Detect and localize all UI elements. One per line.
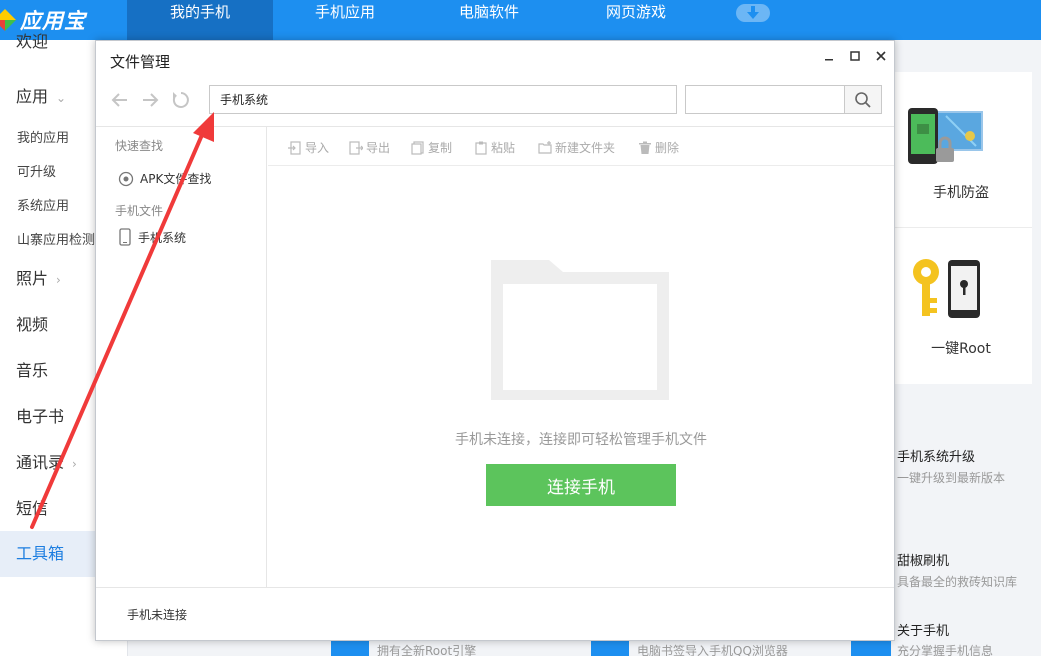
tab-phone-apps[interactable]: 手机应用	[273, 0, 417, 40]
minimize-icon	[825, 59, 833, 61]
paste-button[interactable]: 粘贴	[474, 139, 515, 156]
trash-icon	[639, 141, 651, 154]
tool-system-upgrade-title[interactable]: 手机系统升级	[897, 446, 975, 465]
app-logo-icon	[0, 7, 16, 33]
maximize-button[interactable]	[844, 45, 866, 67]
dialog-sidebar: 快速查找 APK文件查找 手机文件 手机系统	[96, 127, 267, 587]
empty-state-message: 手机未连接，连接即可轻松管理手机文件	[268, 429, 894, 449]
refresh-icon[interactable]	[170, 89, 192, 111]
one-key-root-card[interactable]: 一键Root	[880, 228, 1032, 384]
app-name: 应用宝	[20, 9, 86, 33]
quick-search-heading: 快速查找	[115, 139, 164, 153]
export-icon	[349, 140, 363, 155]
close-button[interactable]	[870, 45, 892, 67]
import-button[interactable]: 导入	[288, 139, 329, 156]
phone-system-label: 手机系统	[138, 230, 187, 245]
apk-file-search-label: APK文件查找	[140, 172, 212, 186]
phone-icon	[119, 228, 131, 246]
sidebar-item-label: 欢迎	[16, 32, 49, 51]
file-action-toolbar: 导入 导出 复制 粘贴 新建文件夹 删除	[268, 127, 894, 166]
import-icon	[288, 140, 301, 155]
export-button[interactable]: 导出	[349, 139, 390, 156]
paste-label: 粘贴	[491, 141, 516, 155]
sidebar-item-label: 应用	[16, 87, 49, 106]
phone-files-heading: 手机文件	[115, 204, 164, 218]
anti-theft-card[interactable]: 手机防盗	[880, 72, 1032, 228]
bookmark-import-text: 电脑书签导入手机QQ浏览器	[637, 644, 788, 656]
anti-theft-label: 手机防盗	[933, 185, 989, 201]
tool-flash-title[interactable]: 甜椒刷机	[897, 550, 949, 569]
phone-system-item[interactable]: 手机系统	[118, 228, 186, 246]
tab-pc-software[interactable]: 电脑软件	[417, 0, 561, 40]
maximize-icon	[850, 51, 860, 61]
chevron-down-icon: ⌄	[56, 91, 67, 105]
sidebar-item-label: 通讯录	[16, 453, 65, 472]
dialog-title: 文件管理	[110, 53, 171, 71]
phone-anti-theft-icon	[908, 108, 983, 164]
copy-button[interactable]: 复制	[411, 139, 452, 156]
copy-icon	[411, 140, 424, 155]
delete-label: 删除	[655, 141, 680, 155]
empty-folder-icon	[491, 260, 669, 400]
minimize-button[interactable]	[818, 45, 840, 67]
sidebar-item-label: 照片	[16, 269, 49, 288]
download-icon	[747, 6, 759, 19]
chevron-right-icon: ›	[56, 273, 61, 287]
import-label: 导入	[305, 141, 330, 155]
path-input[interactable]	[209, 85, 677, 114]
tool-about-phone-desc: 充分掌握手机信息	[897, 644, 994, 656]
new-folder-button[interactable]: 新建文件夹	[538, 139, 615, 156]
tab-my-phone[interactable]: 我的手机	[127, 0, 273, 40]
one-key-root-label: 一键Root	[931, 341, 991, 357]
dialog-status-bar: 手机未连接	[96, 587, 894, 640]
key-phone-icon	[913, 259, 980, 318]
forward-arrow-icon[interactable]	[139, 89, 161, 111]
tab-web-games[interactable]: 网页游戏	[561, 0, 711, 40]
chevron-right-icon: ›	[72, 457, 77, 471]
copy-label: 复制	[428, 141, 453, 155]
search-input[interactable]	[685, 85, 845, 114]
search-icon	[855, 92, 871, 108]
tool-system-upgrade-desc: 一键升级到最新版本	[897, 471, 1006, 485]
download-manager-button[interactable]	[736, 4, 770, 22]
tool-about-phone-title[interactable]: 关于手机	[897, 620, 949, 639]
back-arrow-icon[interactable]	[109, 89, 131, 111]
radio-target-icon	[118, 171, 134, 186]
empty-state-text: 手机未连接，连接即可轻松管理手机文件	[455, 432, 707, 448]
export-label: 导出	[366, 141, 391, 155]
delete-button[interactable]: 删除	[638, 139, 679, 156]
search-button[interactable]	[844, 85, 882, 114]
top-nav-bar: 应用宝 我的手机 手机应用 电脑软件 网页游戏	[0, 0, 1041, 40]
close-icon	[876, 51, 886, 61]
connect-phone-button[interactable]: 连接手机	[486, 464, 676, 506]
new-folder-label: 新建文件夹	[555, 141, 616, 155]
connection-status: 手机未连接	[127, 608, 188, 622]
tool-flash-desc: 具备最全的救砖知识库	[897, 575, 1018, 589]
file-manager-dialog: 文件管理 快速查找 APK文件查找 手机文件	[95, 40, 895, 641]
paste-icon	[475, 141, 487, 155]
new-folder-icon	[538, 140, 552, 154]
root-engine-text: 拥有全新Root引擎	[377, 644, 477, 656]
apk-file-search-item[interactable]: APK文件查找	[118, 170, 211, 187]
